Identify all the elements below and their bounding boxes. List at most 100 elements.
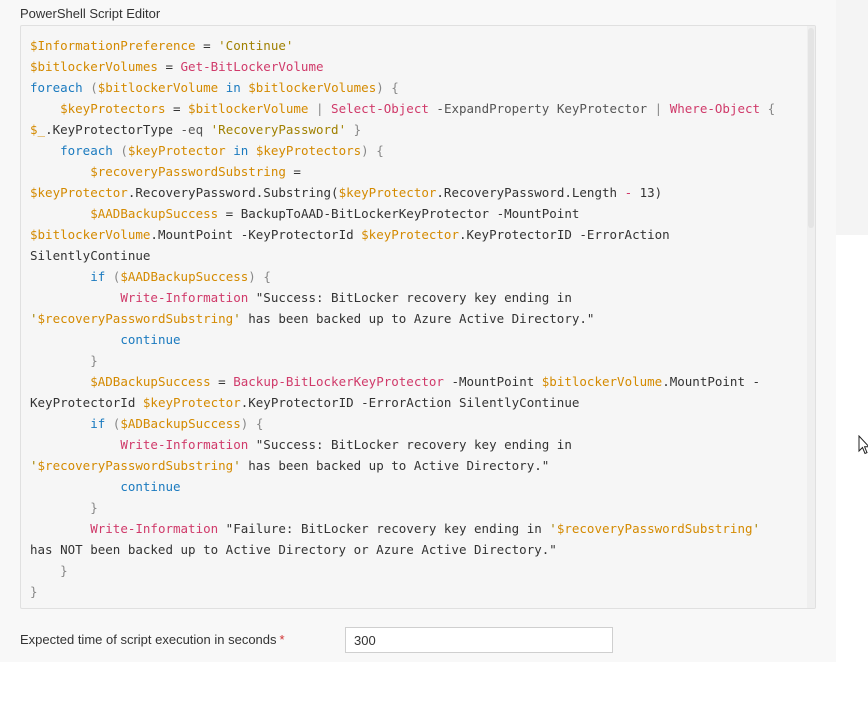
code-token-punct: ) {	[248, 269, 271, 284]
code-token-punct: }	[30, 563, 68, 578]
code-token-var: $bitlockerVolume	[30, 227, 151, 242]
code-token-param: -eq	[180, 122, 211, 137]
code-token-default: .MountPoint -KeyProtectorId	[150, 227, 362, 242]
code-line: SilentlyContinue	[30, 245, 775, 266]
code-line: $bitlockerVolumes = Get-BitLockerVolume	[30, 56, 775, 77]
required-marker: *	[279, 632, 285, 647]
mouse-pointer-icon	[858, 435, 868, 455]
code-token-var: $InformationPreference	[30, 38, 196, 53]
code-token-var: $bitlockerVolumes	[30, 59, 158, 74]
code-token-punct: {	[760, 101, 776, 116]
code-token-punct: }	[30, 584, 38, 599]
code-token-default	[30, 143, 60, 158]
powershell-script-editor[interactable]: $InformationPreference = 'Continue' $bitl…	[20, 25, 816, 609]
code-token-string: '	[549, 521, 557, 536]
code-token-string: 'Continue'	[218, 38, 294, 53]
code-token-string: '	[752, 521, 761, 536]
code-token-default	[30, 479, 120, 494]
code-token-default	[30, 269, 90, 284]
script-code[interactable]: $InformationPreference = 'Continue' $bitl…	[30, 35, 775, 602]
code-token-punct: }	[30, 500, 98, 515]
code-token-default: SilentlyContinue	[30, 248, 151, 263]
panel-edge	[836, 0, 868, 235]
code-line: continue	[30, 329, 775, 350]
code-line: Write-Information "Failure: BitLocker re…	[30, 518, 775, 539]
code-token-var: $keyProtector	[30, 185, 128, 200]
code-line: $recoveryPasswordSubstring =	[30, 161, 775, 182]
code-line: foreach ($keyProtector in $keyProtectors…	[30, 140, 775, 161]
code-token-default	[30, 332, 120, 347]
code-token-default	[30, 416, 90, 431]
code-token-default: "Success: BitLocker recovery key ending …	[248, 437, 572, 452]
code-line: $bitlockerVolume.MountPoint -KeyProtecto…	[30, 224, 775, 245]
code-line: }	[30, 497, 775, 518]
code-token-var: $recoveryPasswordSubstring	[37, 311, 234, 326]
code-token-op: -	[624, 185, 633, 200]
code-line: }	[30, 581, 775, 602]
execution-time-label-text: Expected time of script execution in sec…	[20, 632, 277, 647]
code-token-default: has been backed up to Azure Active Direc…	[240, 311, 595, 326]
code-token-default: =	[285, 164, 301, 179]
code-token-cmdlet: Backup-BitLockerKeyProtector	[233, 374, 444, 389]
code-token-keyword: continue	[120, 479, 181, 494]
code-token-string: '	[233, 311, 241, 326]
code-token-punct: }	[346, 122, 362, 137]
code-token-punct: ) {	[361, 143, 384, 158]
code-token-cmdlet: Write-Information	[90, 521, 219, 536]
code-token-default: "Failure: BitLocker recovery key ending …	[218, 521, 550, 536]
code-token-punct: ) {	[376, 80, 399, 95]
code-token-string: '	[30, 311, 38, 326]
code-token-default	[30, 206, 90, 221]
code-token-default: .RecoveryPassword.Substring(	[127, 185, 339, 200]
code-line: $AADBackupSuccess = BackupToAAD-BitLocke…	[30, 203, 775, 224]
code-token-var: $keyProtector	[142, 395, 241, 410]
code-line: $keyProtectors = $bitlockerVolume | Sele…	[30, 98, 775, 119]
code-token-default: = BackupToAAD-BitLockerKeyProtector -Mou…	[218, 206, 580, 221]
code-token-default: .RecoveryPassword.Length	[436, 185, 625, 200]
code-token-default	[30, 437, 120, 452]
code-token-var: $keyProtector	[127, 143, 226, 158]
code-token-string: 'RecoveryPassword'	[210, 122, 347, 137]
code-token-punct: (	[82, 80, 98, 95]
code-line: has NOT been backed up to Active Directo…	[30, 539, 775, 560]
code-line: $InformationPreference = 'Continue'	[30, 35, 775, 56]
code-token-keyword: foreach	[60, 143, 113, 158]
code-token-punct: (	[105, 269, 121, 284]
code-token-var: $bitlockerVolume	[97, 80, 219, 95]
editor-scrollbar[interactable]	[807, 26, 815, 608]
code-token-default: has NOT been backed up to Active Directo…	[30, 542, 557, 557]
code-token-keyword: if	[90, 416, 106, 431]
code-token-default	[30, 374, 90, 389]
code-line: Write-Information "Success: BitLocker re…	[30, 434, 775, 455]
code-token-default: =	[210, 374, 234, 389]
code-token-cmdlet: Where-Object	[669, 101, 761, 116]
code-token-string: '	[30, 458, 38, 473]
code-token-default: =	[157, 59, 181, 74]
code-token-cmdlet: Select-Object	[331, 101, 429, 116]
code-token-keyword: continue	[120, 332, 181, 347]
code-token-default	[30, 290, 120, 305]
code-token-var: $recoveryPasswordSubstring	[37, 458, 234, 473]
code-token-var: $recoveryPasswordSubstring	[556, 521, 753, 536]
code-token-default: =	[165, 101, 189, 116]
code-token-default: .KeyProtectorType	[45, 122, 181, 137]
code-line: $_.KeyProtectorType -eq 'RecoveryPasswor…	[30, 119, 775, 140]
code-token-cmdlet: Write-Information	[120, 290, 249, 305]
code-token-punct: }	[30, 353, 98, 368]
code-line: $ADBackupSuccess = Backup-BitLockerKeyPr…	[30, 371, 775, 392]
code-token-keyword: in	[225, 143, 256, 158]
execution-time-input[interactable]	[345, 627, 613, 653]
editor-scrollbar-thumb[interactable]	[808, 28, 814, 228]
code-token-default: 13)	[632, 185, 663, 200]
execution-time-row: Expected time of script execution in sec…	[20, 627, 820, 653]
editor-label: PowerShell Script Editor	[20, 6, 161, 21]
code-token-string: '	[233, 458, 241, 473]
code-token-default: KeyProtectorId	[30, 395, 143, 410]
code-token-default: .MountPoint -	[662, 374, 761, 389]
code-token-default: =	[195, 38, 219, 53]
code-line: }	[30, 350, 775, 371]
code-token-default: has been backed up to Active Directory."	[240, 458, 550, 473]
code-token-var: $keyProtector	[361, 227, 459, 242]
code-token-var: $bitlockerVolumes	[248, 80, 377, 95]
code-token-var: $recoveryPasswordSubstring	[90, 164, 286, 179]
